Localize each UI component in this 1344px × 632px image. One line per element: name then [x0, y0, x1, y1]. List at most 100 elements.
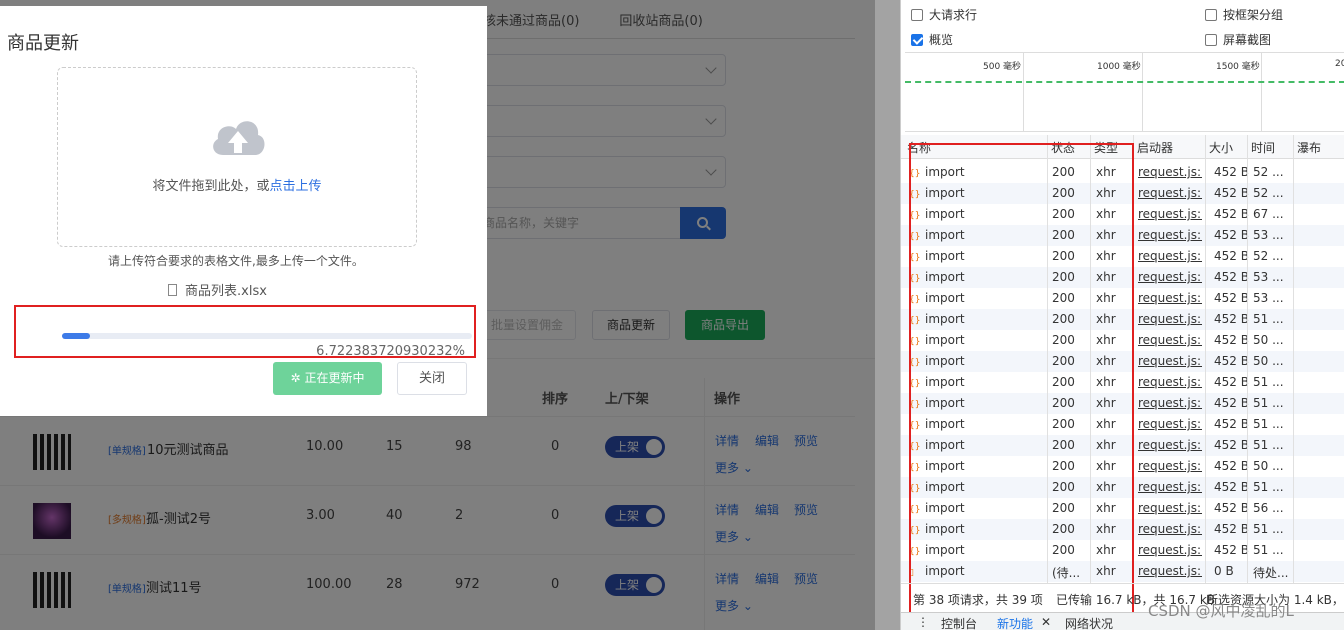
file-name: 商品列表.xlsx [185, 284, 267, 299]
request-time: 56 ... [1253, 501, 1284, 515]
close-button[interactable]: 关闭 [397, 362, 467, 395]
request-initiator-link[interactable]: request.js:... [1138, 438, 1202, 452]
request-initiator-link[interactable]: request.js:... [1138, 543, 1202, 557]
request-time: 51 ... [1253, 312, 1284, 326]
request-initiator-link[interactable]: request.js:... [1138, 417, 1202, 431]
watermark: CSDN @风中凌乱的L [1148, 602, 1294, 620]
upload-cloud-icon [213, 121, 265, 155]
request-initiator-link[interactable]: request.js:... [1138, 165, 1202, 179]
column-header-size[interactable]: 大小 [1209, 139, 1233, 156]
more-vert-icon[interactable]: ⋮ [917, 615, 929, 629]
request-size: 452 B [1214, 543, 1249, 557]
request-size: 452 B [1214, 249, 1249, 263]
request-size: 452 B [1214, 522, 1249, 536]
request-size: 452 B [1214, 207, 1249, 221]
request-initiator-link[interactable]: request.js:... [1138, 480, 1202, 494]
request-initiator-link[interactable]: request.js:... [1138, 228, 1202, 242]
scroll-gutter [875, 0, 900, 630]
request-time: 50 ... [1253, 333, 1284, 347]
request-size: 452 B [1214, 270, 1249, 284]
request-time: 51 ... [1253, 522, 1284, 536]
checkbox-screenshots[interactable]: 屏幕截图 [1205, 31, 1271, 48]
gridline [1142, 53, 1143, 131]
network-overview-timeline[interactable]: 500 毫秒 1000 毫秒 1500 毫秒 20 [905, 52, 1344, 132]
checkbox-label: 屏幕截图 [1223, 33, 1272, 47]
request-size: 452 B [1214, 417, 1249, 431]
request-time: 52 ... [1253, 165, 1284, 179]
request-time: 51 ... [1253, 396, 1284, 410]
document-icon [168, 284, 177, 296]
request-initiator-link[interactable]: request.js:... [1138, 501, 1202, 515]
checkbox-group-by-frame[interactable]: 按框架分组 [1205, 6, 1283, 23]
request-time: 53 ... [1253, 291, 1284, 305]
timeline-tick-label: 1000 毫秒 [1097, 62, 1141, 72]
request-time: 51 ... [1253, 438, 1284, 452]
request-time: 51 ... [1253, 375, 1284, 389]
request-size: 452 B [1214, 228, 1249, 242]
column-header-time[interactable]: 时间 [1251, 139, 1275, 156]
request-size: 0 B [1214, 564, 1234, 578]
request-time: 52 ... [1253, 249, 1284, 263]
product-update-dialog: 商品更新 将文件拖到此处，或点击上传 请上传符合要求的表格文件,最多上传一个文件… [0, 6, 487, 416]
request-count: 第 38 项请求，共 39 项 [913, 593, 1043, 607]
request-size: 452 B [1214, 291, 1249, 305]
timeline-activity-line [905, 81, 1344, 83]
drop-hint: 将文件拖到此处，或 [152, 179, 270, 194]
request-initiator-link[interactable]: request.js:... [1138, 291, 1202, 305]
upload-tip: 请上传符合要求的表格文件,最多上传一个文件。 [108, 254, 364, 268]
request-size: 452 B [1214, 312, 1249, 326]
request-initiator-link[interactable]: request.js:... [1138, 459, 1202, 473]
checkbox-label: 按框架分组 [1223, 8, 1284, 22]
timeline-tick-label: 20 [1335, 59, 1344, 69]
request-size: 452 B [1214, 165, 1249, 179]
request-initiator-link[interactable]: request.js:... [1138, 375, 1202, 389]
request-size: 452 B [1214, 438, 1249, 452]
dropzone-text: 将文件拖到此处，或点击上传 [58, 175, 416, 194]
request-initiator-link[interactable]: request.js:... [1138, 186, 1202, 200]
request-time: 67 ... [1253, 207, 1284, 221]
request-initiator-link[interactable]: request.js:... [1138, 312, 1202, 326]
column-header-waterfall[interactable]: 瀑布 [1297, 139, 1321, 156]
loading-icon: ✲ [290, 371, 301, 385]
column-divider [1293, 135, 1294, 583]
uploaded-file[interactable]: 商品列表.xlsx [168, 280, 267, 299]
close-icon[interactable]: ✕ [1041, 615, 1051, 629]
request-size: 452 B [1214, 375, 1249, 389]
checkbox-box-checked [911, 34, 923, 46]
request-initiator-link[interactable]: request.js:... [1138, 564, 1202, 578]
request-time: 52 ... [1253, 186, 1284, 200]
checkbox-overview[interactable]: 概览 [911, 31, 953, 48]
request-size: 452 B [1214, 501, 1249, 515]
request-time: 50 ... [1253, 354, 1284, 368]
checkbox-label: 大请求行 [929, 8, 978, 22]
tab-console[interactable]: 控制台 [941, 615, 977, 632]
request-initiator-link[interactable]: request.js:... [1138, 354, 1202, 368]
request-time: 51 ... [1253, 543, 1284, 557]
request-size: 452 B [1214, 459, 1249, 473]
request-initiator-link[interactable]: request.js:... [1138, 396, 1202, 410]
checkbox-large-rows[interactable]: 大请求行 [911, 6, 977, 23]
request-initiator-link[interactable]: request.js:... [1138, 270, 1202, 284]
product-management-page: 审核未通过商品(0) 回收站商品(0) 商品名称，关键字 批量设置佣金 商品更新… [0, 0, 900, 630]
tab-network-conditions[interactable]: 网络状况 [1065, 615, 1113, 632]
tab-whats-new[interactable]: 新功能 [997, 615, 1033, 632]
request-time: 53 ... [1253, 270, 1284, 284]
upload-dropzone[interactable]: 将文件拖到此处，或点击上传 [57, 67, 417, 247]
request-initiator-link[interactable]: request.js:... [1138, 207, 1202, 221]
request-initiator-link[interactable]: request.js:... [1138, 522, 1202, 536]
column-header-initiator[interactable]: 启动器 [1137, 139, 1173, 156]
gridline [1023, 53, 1024, 131]
request-time: 待处... [1253, 566, 1289, 580]
updating-label: 正在更新中 [304, 371, 365, 385]
devtools-network-panel: 大请求行 按框架分组 概览 屏幕截图 500 毫秒 1000 毫秒 1500 毫… [900, 0, 1344, 632]
request-size: 452 B [1214, 354, 1249, 368]
request-initiator-link[interactable]: request.js:... [1138, 249, 1202, 263]
request-time: 51 ... [1253, 417, 1284, 431]
request-initiator-link[interactable]: request.js:... [1138, 333, 1202, 347]
column-divider [1205, 135, 1206, 583]
timeline-tick-label: 1500 毫秒 [1216, 62, 1260, 72]
click-upload-link[interactable]: 点击上传 [270, 179, 322, 194]
checkbox-box [911, 9, 923, 21]
checkbox-box [1205, 34, 1217, 46]
updating-button[interactable]: ✲ 正在更新中 [273, 362, 382, 395]
